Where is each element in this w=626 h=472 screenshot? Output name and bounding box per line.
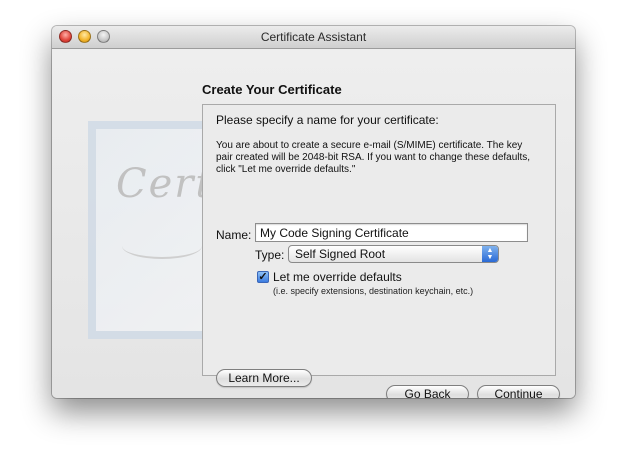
override-defaults-label[interactable]: Let me override defaults <box>273 270 402 284</box>
assistant-panel: Please specify a name for your certifica… <box>202 104 556 387</box>
type-label: Type: <box>255 248 285 262</box>
name-label: Name: <box>216 228 252 242</box>
go-back-button[interactable]: Go Back <box>386 385 469 398</box>
assistant-content: Certif Create Your Certificate Please sp… <box>52 49 575 398</box>
window-title: Certificate Assistant <box>260 30 367 44</box>
name-input[interactable]: My Code Signing Certificate <box>255 223 528 242</box>
certificate-assistant-window: Certificate Assistant Certif Create Your… <box>52 26 575 398</box>
page-title: Create Your Certificate <box>202 82 342 97</box>
type-select-value: Self Signed Root <box>295 247 386 261</box>
title-bar[interactable]: Certificate Assistant <box>52 26 575 49</box>
info-text: You are about to create a secure e-mail … <box>216 140 531 175</box>
select-arrows-icon: ▲ ▼ <box>482 246 498 262</box>
certificate-flourish <box>122 233 202 259</box>
continue-button[interactable]: Continue <box>477 385 560 398</box>
name-prompt: Please specify a name for your certifica… <box>216 113 439 127</box>
type-select[interactable]: Self Signed Root ▲ ▼ <box>288 245 499 263</box>
learn-more-button[interactable]: Learn More... <box>216 369 312 387</box>
checkmark-icon: ✓ <box>258 271 268 283</box>
override-defaults-checkbox[interactable]: ✓ <box>257 271 269 283</box>
override-defaults-hint: (i.e. specify extensions, destination ke… <box>273 286 474 296</box>
